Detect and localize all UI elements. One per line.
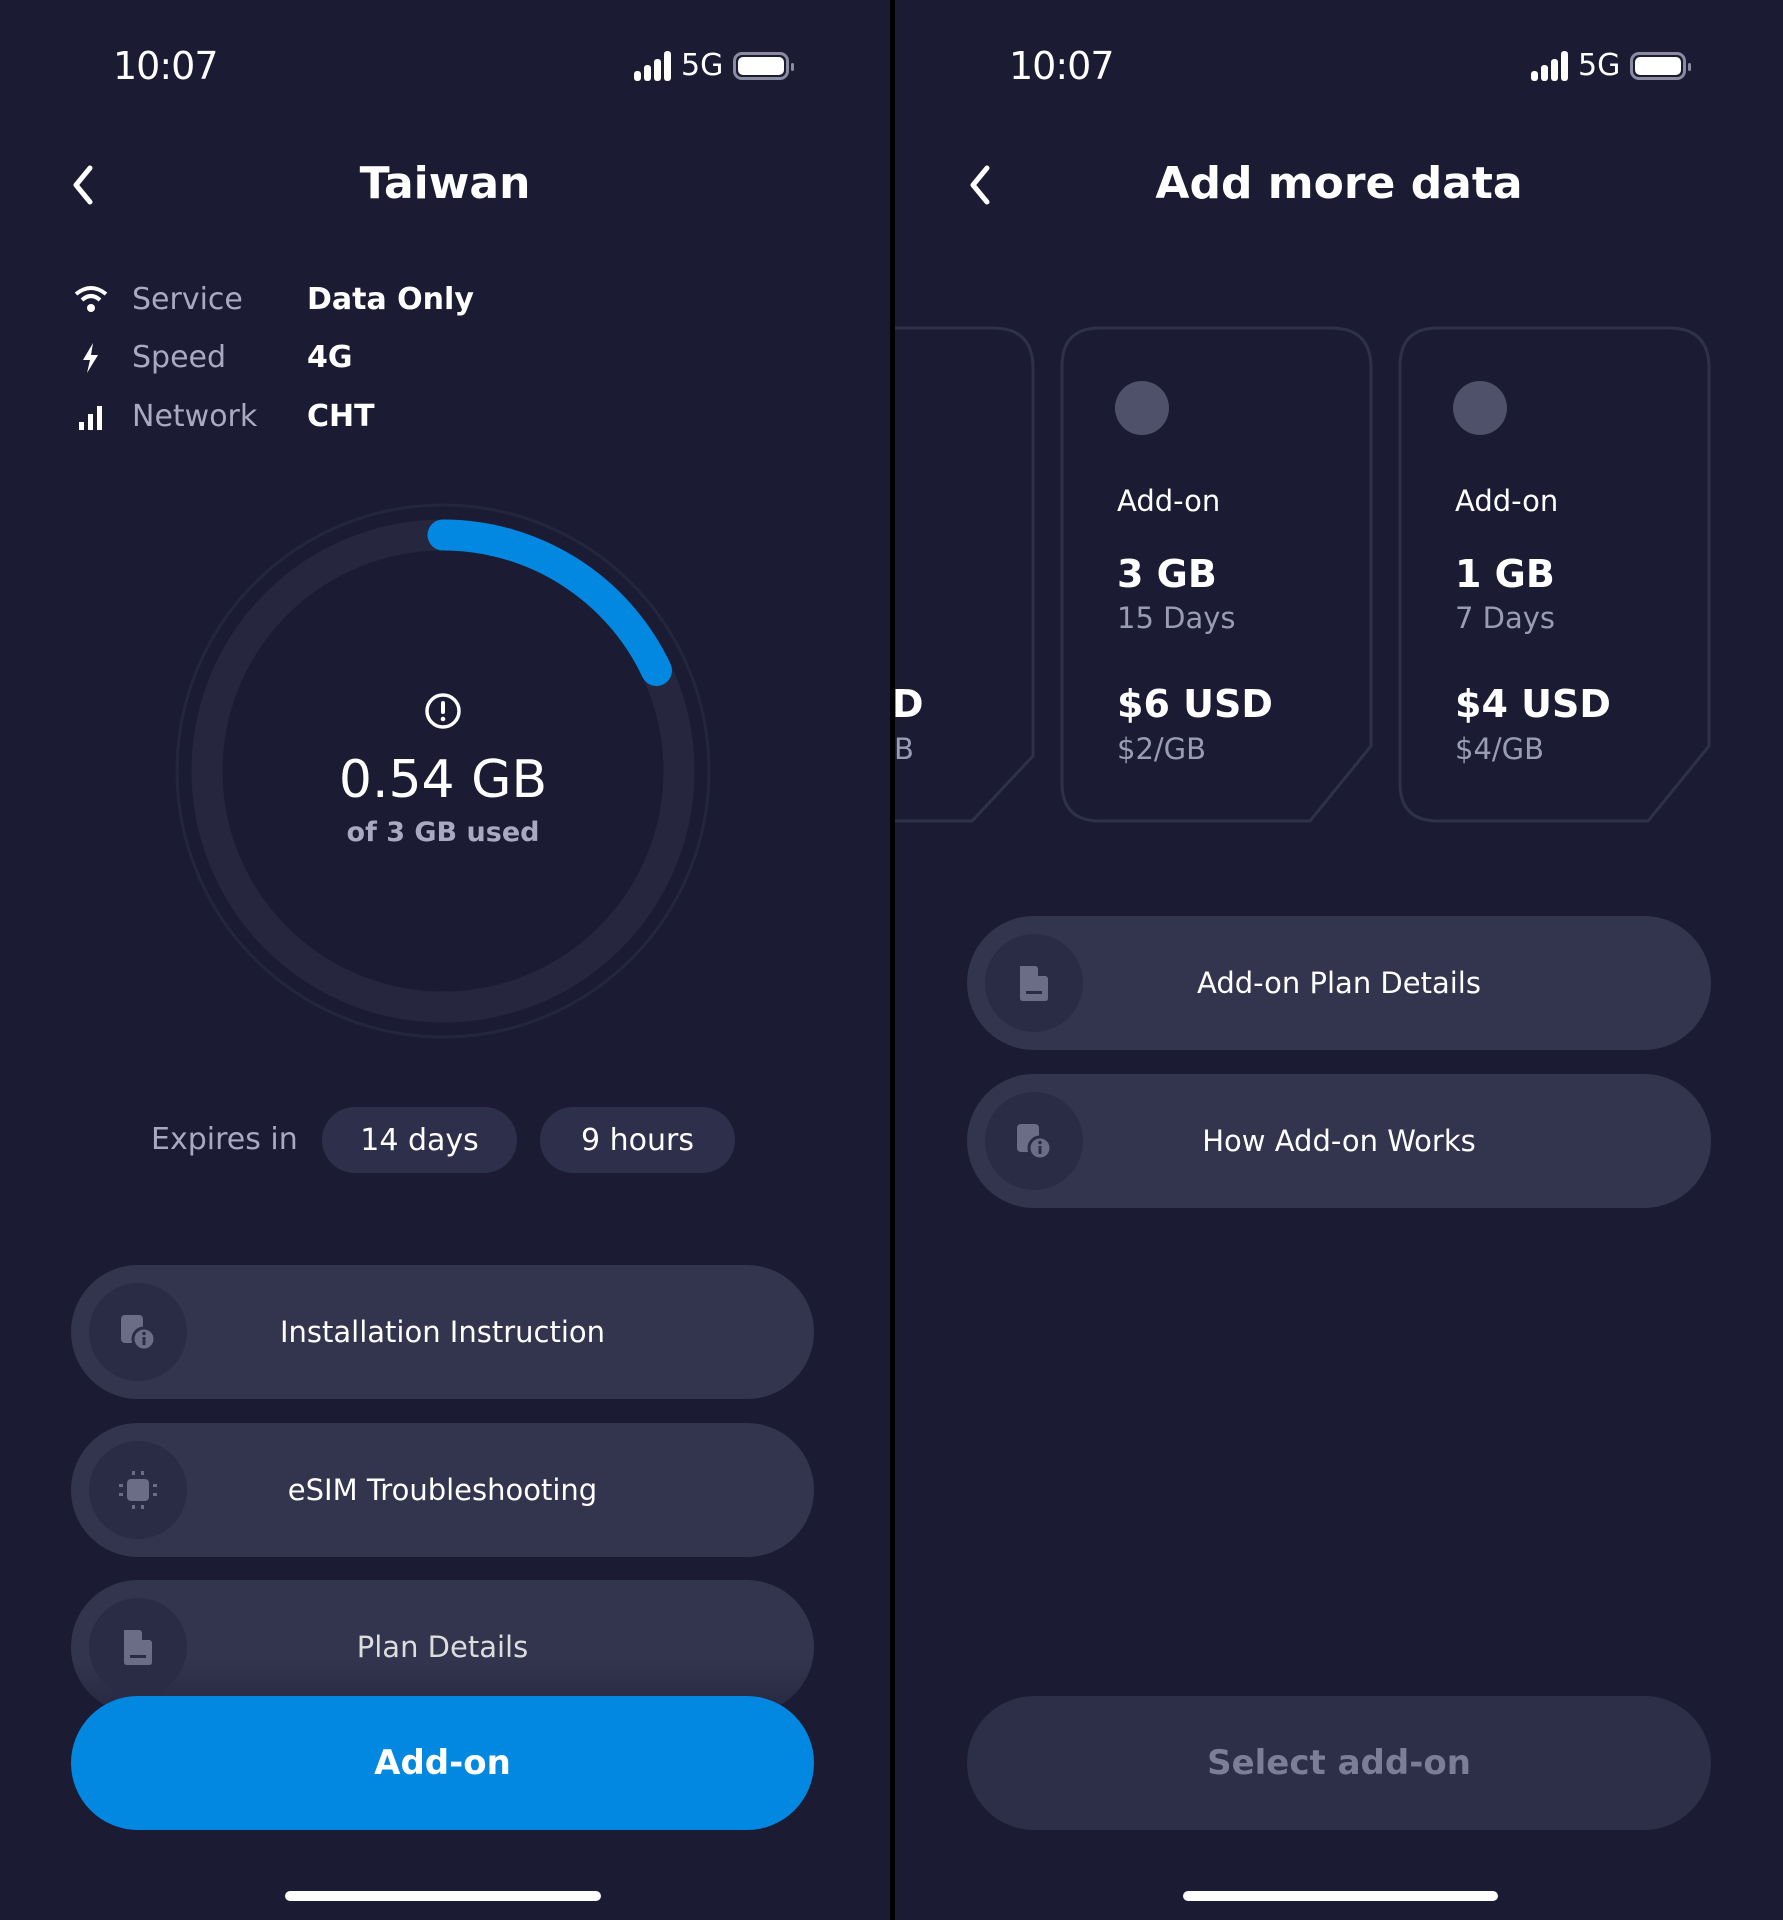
expires-days-badge: 14 days: [322, 1107, 517, 1173]
addon-plan-details-button[interactable]: Add-on Plan Details: [967, 916, 1711, 1050]
plan-details-button[interactable]: Plan Details: [71, 1580, 814, 1714]
button-label: Plan Details: [356, 1630, 529, 1664]
device-info-icon: [985, 1092, 1083, 1190]
button-label: How Add-on Works: [1202, 1124, 1476, 1158]
signal-bars-icon: [79, 406, 102, 430]
home-indicator[interactable]: [285, 1891, 601, 1901]
network-label: Network: [132, 399, 258, 434]
addon-card-3gb[interactable]: Add-on 3 GB 15 Days $6 USD $2/GB: [1060, 326, 1373, 823]
chip-icon: [89, 1441, 187, 1539]
document-icon: [89, 1598, 187, 1696]
alert-circle-icon: [425, 693, 461, 729]
network-type: 5G: [681, 48, 724, 83]
card-days: 15 Days: [1117, 601, 1236, 635]
device-info-icon: [89, 1283, 187, 1381]
card-type: Add-on: [1455, 484, 1559, 518]
card-per-gb: $2/GB: [1117, 732, 1207, 766]
lightning-icon: [83, 343, 98, 373]
service-value: Data Only: [307, 282, 474, 317]
network-type: 5G: [1578, 48, 1621, 83]
esim-troubleshooting-button[interactable]: eSIM Troubleshooting: [71, 1423, 814, 1557]
status-icons: 5G: [634, 48, 795, 83]
expires-hours-badge: 9 hours: [540, 1107, 735, 1173]
battery-icon: [1630, 51, 1692, 80]
cellular-signal-icon: [634, 50, 671, 81]
add-on-button[interactable]: Add-on: [71, 1696, 814, 1830]
data-used-caption: of 3 GB used: [346, 817, 540, 848]
speed-value: 4G: [307, 340, 353, 375]
expires-label: Expires in: [151, 1122, 298, 1157]
battery-icon: [733, 51, 795, 80]
card-data: 1 GB: [1455, 552, 1555, 596]
status-time: 10:07: [113, 44, 219, 88]
page-title: Taiwan: [359, 158, 531, 209]
speed-label: Speed: [132, 340, 227, 375]
home-indicator[interactable]: [1183, 1891, 1498, 1901]
card-days: 7 Days: [1455, 601, 1556, 635]
select-addon-button[interactable]: Select add-on: [967, 1696, 1711, 1830]
radio-unselected[interactable]: [1115, 381, 1169, 435]
card-data: 3 GB: [1117, 552, 1217, 596]
wifi-icon: [74, 286, 108, 312]
cellular-signal-icon: [1531, 50, 1568, 81]
addon-card-partial[interactable]: D B: [895, 326, 1035, 823]
service-label: Service: [132, 282, 243, 317]
card-per-gb: $4/GB: [1455, 732, 1545, 766]
plan-screen: 10:07 5G Taiwan Service Data Only Speed …: [0, 0, 890, 1920]
add-more-data-screen: 10:07 5G Add more data D B Add-on 3 GB 1…: [895, 0, 1783, 1920]
how-addon-works-button[interactable]: How Add-on Works: [967, 1074, 1711, 1208]
installation-instruction-button[interactable]: Installation Instruction: [71, 1265, 814, 1399]
card-type: Add-on: [1117, 484, 1221, 518]
usage-progress-arc: [427, 519, 672, 686]
button-label: Add-on Plan Details: [1197, 966, 1481, 1000]
addon-card-1gb[interactable]: Add-on 1 GB 7 Days $4 USD $4/GB: [1398, 326, 1711, 823]
page-title: Add more data: [1155, 158, 1523, 209]
button-label: Installation Instruction: [279, 1315, 606, 1349]
network-value: CHT: [307, 399, 375, 434]
status-icons: 5G: [1531, 48, 1692, 83]
radio-unselected[interactable]: [1453, 381, 1507, 435]
card-price: $4 USD: [1455, 682, 1611, 726]
card-per-gb: B: [895, 732, 914, 766]
card-price: $6 USD: [1117, 682, 1273, 726]
card-price: D: [895, 682, 924, 726]
document-icon: [985, 934, 1083, 1032]
status-time: 10:07: [1009, 44, 1115, 88]
button-label: eSIM Troubleshooting: [287, 1473, 598, 1507]
data-used-value: 0.54 GB: [338, 750, 548, 810]
